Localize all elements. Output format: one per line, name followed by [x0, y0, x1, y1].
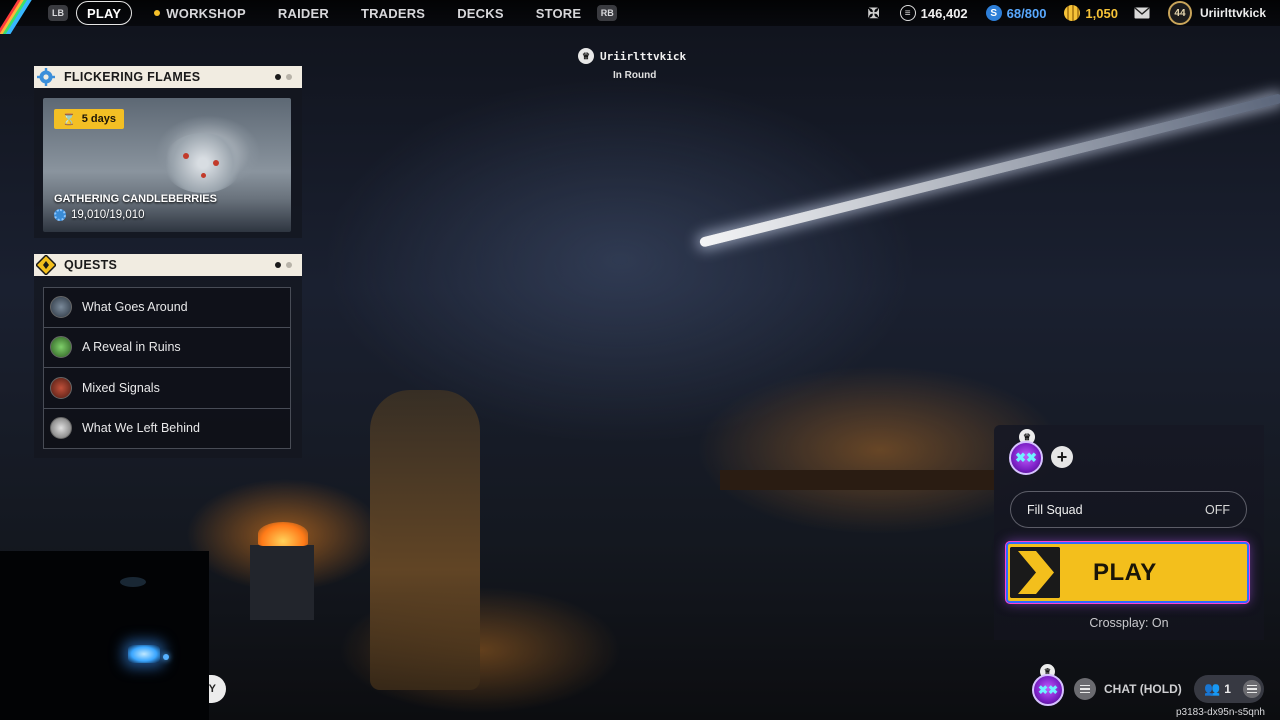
- fill-squad-label: Fill Squad: [1027, 502, 1083, 517]
- add-squad-member-button[interactable]: +: [1051, 446, 1073, 468]
- capacity-display: S 68/800: [985, 5, 1047, 21]
- nav-raider[interactable]: RAIDER: [262, 0, 345, 26]
- chat-button[interactable]: CHAT (HOLD): [1074, 678, 1182, 700]
- player-avatar-small[interactable]: ✖✖: [1032, 674, 1064, 706]
- player-level-badge[interactable]: 44: [1167, 1, 1192, 25]
- nav-store[interactable]: STORE: [520, 0, 598, 26]
- quest-label: What Goes Around: [82, 300, 188, 315]
- group-icon: 👥: [1204, 681, 1221, 696]
- quest-giver-avatar: [50, 336, 72, 359]
- nav-workshop-label: WORKSHOP: [166, 5, 246, 21]
- nav-play[interactable]: PLAY: [76, 1, 133, 25]
- chat-label: CHAT (HOLD): [1104, 682, 1182, 696]
- scene-table: [720, 470, 1000, 490]
- menu-icon: [1242, 680, 1261, 698]
- event-timer-label: 5 days: [81, 113, 116, 125]
- nav-workshop[interactable]: WORKSHOP: [138, 0, 262, 26]
- play-button-label: PLAY: [1093, 558, 1157, 586]
- event-progress: 19,010/19,010: [54, 209, 145, 221]
- player-status: In Round: [613, 70, 657, 81]
- username[interactable]: Uriirlttvkick: [1200, 6, 1266, 20]
- event-card-title: GATHERING CANDLEBERRIES: [54, 193, 217, 205]
- player-name: Uriirlttvkick: [600, 49, 687, 63]
- inventory-icon[interactable]: ✠: [866, 5, 882, 21]
- mail-icon[interactable]: [1134, 7, 1150, 19]
- quest-label: A Reveal in Ruins: [82, 340, 181, 355]
- camera-light-dot: [163, 654, 169, 660]
- quest-list: What Goes Around A Reveal in Ruins Mixed…: [43, 287, 291, 449]
- quest-label: What We Left Behind: [82, 421, 200, 436]
- quest-label: Mixed Signals: [82, 380, 160, 395]
- event-tree-image: [163, 133, 243, 193]
- scene-fire-barrel: [250, 545, 314, 620]
- event-panel-title: FLICKERING FLAMES: [64, 70, 201, 84]
- coins-icon: [1064, 5, 1081, 21]
- quest-giver-avatar: [50, 296, 72, 319]
- berry: [183, 153, 189, 159]
- crown-icon: ♕: [578, 48, 594, 64]
- camera-light: [128, 645, 160, 663]
- party-button[interactable]: 👥 1: [1194, 675, 1264, 703]
- play-button[interactable]: PLAY: [1006, 542, 1249, 603]
- coins-value: 1,050: [1085, 5, 1118, 21]
- event-panel-header[interactable]: FLICKERING FLAMES: [34, 66, 302, 88]
- capacity-value: 68/800: [1006, 5, 1047, 21]
- fill-squad-toggle[interactable]: Fill Squad OFF: [1010, 491, 1247, 528]
- quests-panel-header[interactable]: QUESTS: [34, 254, 302, 276]
- credits-icon: ≡: [899, 5, 916, 21]
- lb-button-hint[interactable]: LB: [48, 5, 68, 21]
- nav-decks[interactable]: DECKS: [441, 0, 520, 26]
- top-nav-bar: LB PLAY WORKSHOP RAIDER TRADERS DECKS ST…: [0, 0, 1280, 34]
- scene-figure: [370, 390, 480, 690]
- quest-giver-avatar: [50, 376, 72, 399]
- scene-fire: [258, 522, 308, 546]
- quest-item[interactable]: A Reveal in Ruins: [43, 327, 291, 368]
- quest-item[interactable]: Mixed Signals: [43, 368, 291, 409]
- hourglass-icon: ⌛: [62, 113, 76, 126]
- party-count: 1: [1224, 682, 1231, 696]
- player-nameplate: ♕ Uriirlttvkick In Round: [578, 48, 718, 81]
- menu-icon: [1074, 678, 1096, 700]
- gear-icon: [36, 67, 56, 87]
- capacity-icon: S: [985, 5, 1002, 21]
- credits-value: 146,402: [920, 5, 968, 21]
- quest-diamond-icon: [36, 255, 56, 275]
- coins-display: 1,050: [1064, 5, 1118, 21]
- fill-squad-state: OFF: [1205, 502, 1230, 517]
- squad-leader-avatar[interactable]: ✖✖: [1009, 441, 1043, 475]
- build-id: p3183-dx95n-s5qnh: [1176, 707, 1265, 718]
- credits-display: ≡ 146,402: [899, 5, 968, 21]
- event-progress-value: 19,010/19,010: [71, 209, 145, 221]
- event-timer: ⌛ 5 days: [54, 109, 124, 129]
- squad-panel: ♕ ✖✖ + Fill Squad OFF PLAY Crossplay: On: [994, 425, 1264, 640]
- quest-item[interactable]: What We Left Behind: [43, 408, 291, 449]
- scene-light-beam: [698, 92, 1280, 248]
- pager-dots[interactable]: [275, 262, 292, 268]
- pager-dots[interactable]: [275, 74, 292, 80]
- quest-giver-avatar: [50, 417, 72, 440]
- notification-dot-icon: [154, 10, 161, 16]
- brand-stripes: [0, 0, 46, 34]
- nav-traders[interactable]: TRADERS: [345, 0, 441, 26]
- camera-reflection: [120, 577, 146, 587]
- crossplay-status: Crossplay: On: [1089, 616, 1169, 630]
- berry: [213, 160, 219, 166]
- quest-item[interactable]: What Goes Around: [43, 287, 291, 328]
- chevron-right-icon: [1010, 547, 1060, 598]
- berry: [201, 173, 206, 178]
- camera-overlay: [0, 551, 209, 720]
- event-card[interactable]: ⌛ 5 days GATHERING CANDLEBERRIES 19,010/…: [43, 98, 291, 232]
- rb-button-hint[interactable]: RB: [597, 5, 618, 21]
- cog-icon: [54, 209, 66, 221]
